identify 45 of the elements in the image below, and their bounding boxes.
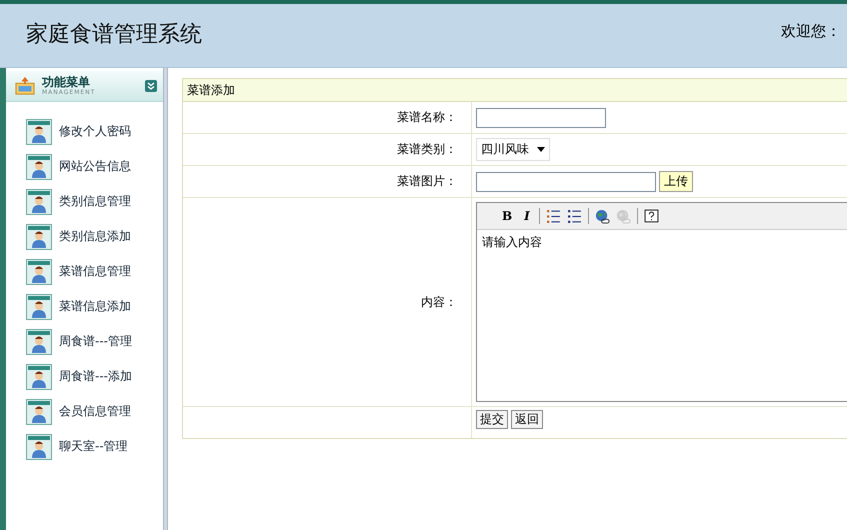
bullet-list-icon[interactable] bbox=[566, 208, 582, 224]
app-title: 家庭食谱管理系统 bbox=[26, 20, 202, 48]
field-label: 菜谱图片： bbox=[397, 173, 457, 190]
help-icon[interactable] bbox=[644, 208, 659, 224]
menu-link[interactable]: 网站公告信息 bbox=[59, 158, 131, 175]
collapse-icon[interactable] bbox=[145, 80, 157, 92]
category-select[interactable]: 四川风味 bbox=[476, 138, 550, 161]
field-label: 内容： bbox=[421, 294, 457, 310]
user-card-icon bbox=[26, 258, 52, 284]
menu-link[interactable]: 周食谱---添加 bbox=[59, 368, 132, 385]
menu-link[interactable]: 菜谱信息添加 bbox=[59, 298, 131, 315]
user-card-icon bbox=[26, 434, 52, 460]
user-card-icon bbox=[26, 328, 52, 354]
user-card-icon bbox=[26, 398, 52, 424]
user-card-icon bbox=[26, 294, 52, 320]
menu-link[interactable]: 菜谱信息管理 bbox=[59, 263, 131, 280]
user-card-icon bbox=[26, 364, 52, 390]
globe-link-icon[interactable] bbox=[594, 208, 610, 224]
splitter-handle[interactable] bbox=[163, 68, 168, 530]
bold-button[interactable]: B bbox=[499, 209, 516, 223]
upload-button[interactable]: 上传 bbox=[659, 171, 693, 192]
user-card-icon bbox=[26, 154, 52, 180]
panel-title: 菜谱添加 bbox=[187, 82, 235, 98]
menu-link[interactable]: 聊天室--管理 bbox=[59, 438, 128, 455]
dropdown-icon bbox=[537, 147, 545, 152]
field-label: 菜谱类别： bbox=[397, 141, 457, 158]
menu-link[interactable]: 会员信息管理 bbox=[59, 403, 131, 420]
image-path-field[interactable] bbox=[476, 172, 656, 192]
welcome-text: 欢迎您： bbox=[781, 22, 841, 41]
menu-title: 功能菜单 bbox=[42, 76, 91, 88]
editor-text: 请输入内容 bbox=[482, 235, 542, 249]
user-card-icon bbox=[26, 188, 52, 214]
menu-link[interactable]: 修改个人密码 bbox=[59, 123, 131, 140]
numbered-list-icon[interactable] bbox=[546, 208, 561, 224]
field-label: 菜谱名称： bbox=[397, 109, 457, 126]
italic-button[interactable]: I bbox=[521, 209, 533, 223]
menu-link[interactable]: 类别信息管理 bbox=[59, 193, 131, 210]
form-button[interactable]: 提交 bbox=[476, 410, 508, 429]
name-field[interactable] bbox=[476, 108, 606, 128]
form-button[interactable]: 返回 bbox=[511, 410, 543, 429]
user-card-icon bbox=[26, 118, 52, 144]
folder-icon bbox=[14, 76, 36, 96]
user-card-icon bbox=[26, 224, 52, 250]
menu-link[interactable]: 周食谱---管理 bbox=[59, 333, 132, 350]
menu-link[interactable]: 类别信息添加 bbox=[59, 228, 131, 245]
